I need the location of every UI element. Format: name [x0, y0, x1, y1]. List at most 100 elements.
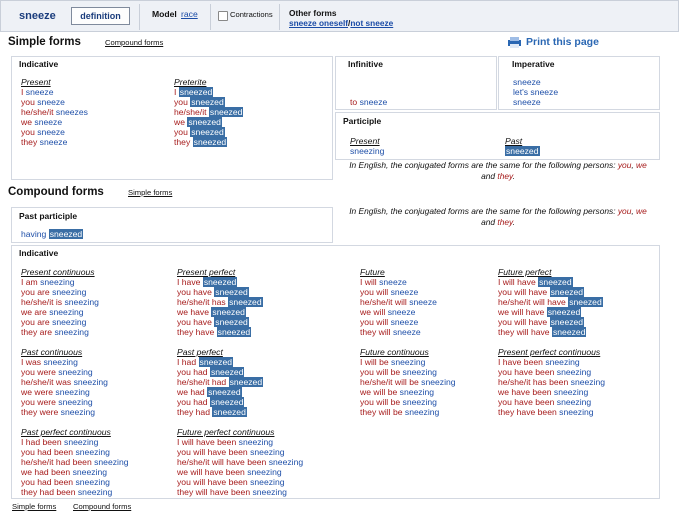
conjugation-row: we will have sneezed — [498, 307, 603, 317]
past-continuous-column: Past continuous I was sneezing you were sn… — [21, 347, 108, 417]
pronoun: you had — [177, 367, 208, 377]
conjugation-row: they sneezed — [174, 137, 243, 147]
imperative-item: sneeze — [513, 97, 541, 107]
conjugation-row: I sneezed — [174, 87, 243, 97]
conjugation-row: we sneezed — [174, 117, 243, 127]
participle-past-form: sneezed — [505, 146, 540, 156]
imperative-title: Imperative — [512, 59, 555, 69]
conjugation-row: we had sneezed — [177, 387, 263, 397]
conjugation-row: he/she/it will have sneezed — [498, 297, 603, 307]
divider — [279, 4, 280, 30]
pronoun: you are — [21, 287, 50, 297]
verb-form: sneezed — [208, 107, 244, 117]
pronoun: you will — [360, 287, 389, 297]
verb-form: sneezing — [55, 387, 90, 397]
pronoun: you will have been — [177, 477, 248, 487]
pronoun: he/she/it has been — [498, 377, 569, 387]
verb-form: sneezing — [54, 327, 89, 337]
pronoun: they will have — [498, 327, 550, 337]
verb-form: sneezed — [212, 407, 247, 417]
conjugation-row: you will have been sneezing — [177, 447, 303, 457]
footer-compound-forms-link[interactable]: Compound forms — [73, 502, 131, 511]
verb-form: sneezed — [209, 367, 245, 377]
pronoun: I was — [21, 357, 42, 367]
imperative-item: sneeze — [513, 77, 541, 87]
verb-form: sneezing — [268, 457, 304, 467]
compound-forms-link[interactable]: Compound forms — [105, 38, 163, 47]
verb-form: sneezed — [202, 277, 238, 287]
pronoun: I will — [360, 277, 377, 287]
model-label: Model — [152, 9, 177, 19]
verb-form: sneezed — [549, 317, 585, 327]
verb-form: sneezing — [391, 357, 426, 367]
pronoun: we will be — [360, 387, 398, 397]
pronoun: they have been — [498, 407, 557, 417]
verb-form: sneeze — [379, 277, 407, 287]
verb-form: sneezed — [192, 137, 228, 147]
pronoun: I — [174, 87, 177, 97]
pronoun: you will be — [360, 367, 401, 377]
having-aux: having — [21, 229, 47, 239]
verb-form: sneezed — [211, 307, 246, 317]
pronoun: we were — [21, 387, 53, 397]
conjugation-row: they have sneezed — [177, 327, 263, 337]
verb-form: sneeze — [25, 87, 54, 97]
conjugation-row: you have been sneezing — [498, 397, 605, 407]
pronoun: you will be — [360, 397, 401, 407]
conjugation-row: they sneeze — [21, 137, 88, 147]
verb-form: sneezing — [250, 477, 285, 487]
conjugation-row: we sneeze — [21, 117, 88, 127]
infinitive-title: Infinitive — [348, 59, 383, 69]
conjugation-row: you will have sneezed — [498, 287, 603, 297]
pronoun: we had been — [21, 467, 71, 477]
verb-form: sneezing — [238, 437, 274, 447]
verb-form: sneezing — [64, 437, 99, 447]
conjugation-row: I sneeze — [21, 87, 88, 97]
pronoun: they — [21, 137, 38, 147]
simple-forms-link[interactable]: Simple forms — [128, 188, 172, 197]
conjugation-row: I have been sneezing — [498, 357, 605, 367]
verb-form: sneezing — [52, 287, 87, 297]
conjugation-row: I will have sneezed — [498, 277, 603, 287]
pronoun: you had been — [21, 447, 74, 457]
other-forms-links: sneeze oneself/not sneeze — [289, 18, 393, 28]
print-link[interactable]: Print this page — [526, 36, 599, 48]
pronoun: we have been — [498, 387, 552, 397]
verb-form: sneezing — [421, 377, 456, 387]
verb-form: sneezing — [58, 397, 93, 407]
conjugation-row: I will sneeze — [360, 277, 437, 287]
pronoun: they had — [177, 407, 210, 417]
verb-form: sneezing — [559, 407, 594, 417]
pronoun: he/she/it had been — [21, 457, 92, 467]
verb-form: sneezing — [570, 377, 606, 387]
conjugation-row: I am sneezing — [21, 277, 99, 287]
other-form-not-sneeze[interactable]: not sneeze — [350, 18, 393, 28]
verb-form: sneeze — [409, 297, 437, 307]
present-perfect-title: Present perfect — [177, 267, 236, 277]
divider — [210, 4, 211, 30]
present-perfect-continuous-title: Present perfect continuous — [498, 347, 601, 357]
definition-button[interactable]: definition — [71, 7, 130, 25]
print-icon[interactable] — [507, 36, 522, 48]
pronoun: he/she/it was — [21, 377, 72, 387]
contractions-checkbox[interactable] — [218, 11, 228, 21]
pronoun: you had — [177, 397, 208, 407]
conjugation-row: we were sneezing — [21, 387, 108, 397]
verb-form: sneezed — [207, 387, 242, 397]
other-form-sneeze-oneself[interactable]: sneeze oneself — [289, 18, 348, 28]
pronoun: we will — [360, 307, 386, 317]
verb-form: sneezed — [178, 87, 214, 97]
verb-form: sneezing — [75, 477, 110, 487]
pronoun: you have been — [498, 397, 555, 407]
past-perfect-column: Past perfect I had sneezed you had sneezed… — [177, 347, 264, 417]
verb-form: sneezing — [553, 387, 589, 397]
verb-form: sneezed — [228, 377, 264, 387]
verb-form: sneezed — [214, 317, 249, 327]
footer-simple-forms-link[interactable]: Simple forms — [12, 502, 56, 511]
conjugation-row: you sneezed — [174, 127, 243, 137]
conjugation-row: you will have sneezed — [498, 317, 603, 327]
conjugation-row: he/she/it was sneezing — [21, 377, 108, 387]
model-link[interactable]: race — [181, 9, 198, 19]
pronoun: they — [174, 137, 191, 147]
pronoun: they are — [21, 327, 53, 337]
